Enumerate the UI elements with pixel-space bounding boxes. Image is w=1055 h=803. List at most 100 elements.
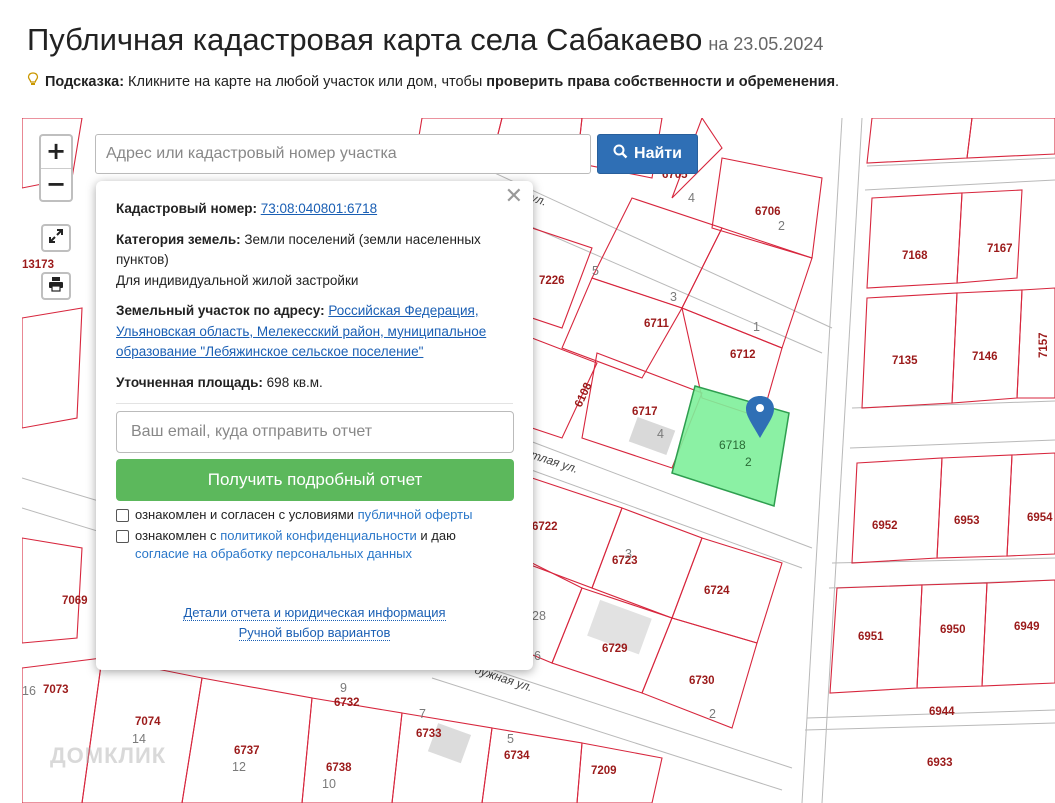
svg-text:6951: 6951: [858, 631, 884, 643]
search-input[interactable]: [95, 134, 591, 174]
svg-text:6733: 6733: [416, 728, 442, 740]
cadastral-label: Кадастровый номер:: [116, 201, 257, 216]
privacy-policy-link[interactable]: политикой конфиденциальности: [220, 528, 417, 543]
popup-links: Детали отчета и юридическая информация Р…: [116, 603, 513, 643]
cadastral-number-row: Кадастровый номер: 73:08:040801:6718: [116, 199, 513, 220]
usage-value: Для индивидуальной жилой застройки: [116, 272, 359, 288]
zoom-control[interactable]: + −: [39, 134, 73, 202]
svg-text:7157: 7157: [1038, 332, 1050, 358]
svg-text:6944: 6944: [929, 706, 955, 718]
consent-privacy-text: ознакомлен с: [135, 528, 221, 543]
svg-text:4: 4: [657, 427, 664, 441]
lightbulb-icon: [27, 72, 41, 90]
manual-selection-link[interactable]: Ручной выбор вариантов: [238, 625, 391, 641]
cadastral-map[interactable]: 7226 6711 6712 6717 6706 6705 7168 7167 …: [22, 118, 1055, 803]
get-report-button[interactable]: Получить подробный отчет: [116, 459, 514, 501]
consent-privacy-row: ознакомлен с политикой конфиденциальност…: [116, 527, 513, 563]
svg-text:2: 2: [709, 707, 716, 721]
page-date: на 23.05.2024: [708, 34, 824, 54]
close-icon[interactable]: ✕: [505, 186, 523, 208]
svg-text:9: 9: [340, 681, 347, 695]
svg-text:5: 5: [592, 264, 599, 278]
svg-text:12: 12: [232, 760, 246, 774]
zoom-in-button[interactable]: +: [41, 136, 71, 168]
printer-icon: [48, 276, 64, 297]
svg-text:6730: 6730: [689, 675, 715, 687]
plot-info-popup: ✕ Кадастровый номер: 73:08:040801:6718 К…: [96, 181, 533, 670]
page-title: Публичная кадастровая карта села Сабакае…: [27, 22, 823, 58]
svg-text:7074: 7074: [135, 716, 161, 728]
svg-text:6734: 6734: [504, 750, 530, 762]
search-icon: [613, 144, 628, 164]
svg-text:7135: 7135: [892, 355, 918, 367]
consent-privacy-mid: и даю: [416, 528, 456, 543]
hint-end: .: [835, 74, 840, 90]
svg-text:6724: 6724: [704, 585, 730, 597]
svg-text:7: 7: [419, 707, 426, 721]
svg-text:1: 1: [753, 320, 760, 334]
svg-text:6933: 6933: [927, 757, 953, 769]
selected-plot-house: 2: [745, 455, 752, 469]
svg-text:28: 28: [532, 609, 546, 623]
consent-privacy-checkbox[interactable]: [116, 530, 129, 543]
search-button[interactable]: Найти: [597, 134, 698, 174]
public-offer-link[interactable]: публичной оферты: [358, 507, 473, 522]
svg-text:7073: 7073: [43, 684, 69, 696]
popup-divider: [116, 403, 513, 404]
svg-text:4: 4: [688, 191, 695, 205]
svg-text:6954: 6954: [1027, 512, 1053, 524]
svg-text:13173: 13173: [22, 259, 54, 271]
print-button[interactable]: [41, 272, 71, 300]
svg-text:3: 3: [625, 547, 632, 561]
hint-bar: Подсказка: Кликните на карте на любой уч…: [27, 72, 839, 90]
svg-text:6712: 6712: [730, 349, 756, 361]
page-title-text: Публичная кадастровая карта села Сабакае…: [27, 22, 703, 57]
selected-plot-number: 6718: [719, 438, 746, 452]
area-row: Уточненная площадь: 698 кв.м.: [116, 373, 513, 394]
category-row: Категория земель: Земли поселений (земли…: [116, 230, 513, 292]
svg-text:6729: 6729: [602, 643, 628, 655]
area-label: Уточненная площадь:: [116, 374, 263, 390]
svg-text:7168: 7168: [902, 250, 928, 262]
cadastral-number-link[interactable]: 73:08:040801:6718: [261, 201, 377, 216]
svg-text:6738: 6738: [326, 762, 352, 774]
svg-text:6953: 6953: [954, 515, 980, 527]
svg-text:6108: 6108: [573, 380, 595, 409]
svg-text:3: 3: [670, 290, 677, 304]
svg-text:6711: 6711: [644, 318, 670, 330]
svg-text:16: 16: [22, 684, 36, 698]
svg-text:6: 6: [534, 649, 541, 663]
svg-text:6949: 6949: [1014, 621, 1040, 633]
svg-text:6732: 6732: [334, 697, 360, 709]
email-field[interactable]: [116, 411, 514, 453]
svg-text:10: 10: [322, 777, 336, 791]
svg-text:6950: 6950: [940, 624, 966, 636]
svg-text:6952: 6952: [872, 520, 898, 532]
expand-icon: [48, 228, 64, 249]
svg-text:7167: 7167: [987, 243, 1013, 255]
consent-offer-row: ознакомлен и согласен с условиями публич…: [116, 506, 513, 524]
svg-text:6737: 6737: [234, 745, 260, 757]
svg-text:7209: 7209: [591, 765, 617, 777]
area-value: 698 кв.м.: [262, 374, 323, 390]
search-button-label: Найти: [634, 145, 682, 162]
svg-text:7146: 7146: [972, 351, 998, 363]
watermark-logo: ДОМКЛИК: [50, 743, 167, 768]
hint-bold-text: проверить права собственности и обремене…: [486, 74, 836, 90]
address-row: Земельный участок по адресу: Российская …: [116, 301, 513, 363]
category-label: Категория земель:: [116, 231, 241, 247]
zoom-out-button[interactable]: −: [41, 168, 71, 201]
hint-text: Кликните на карте на любой участок или д…: [124, 74, 487, 90]
svg-text:7069: 7069: [62, 595, 88, 607]
personal-data-link[interactable]: согласие на обработку персональных данны…: [135, 546, 412, 561]
svg-text:5: 5: [507, 732, 514, 746]
hint-label: Подсказка:: [45, 74, 125, 90]
svg-text:6722: 6722: [532, 521, 558, 533]
address-label: Земельный участок по адресу:: [116, 303, 325, 318]
report-details-link[interactable]: Детали отчета и юридическая информация: [183, 605, 446, 621]
consent-offer-text: ознакомлен и согласен с условиями: [135, 507, 358, 522]
svg-text:6706: 6706: [755, 206, 781, 218]
svg-text:2: 2: [778, 219, 785, 233]
fullscreen-button[interactable]: [41, 224, 71, 252]
consent-offer-checkbox[interactable]: [116, 509, 129, 522]
